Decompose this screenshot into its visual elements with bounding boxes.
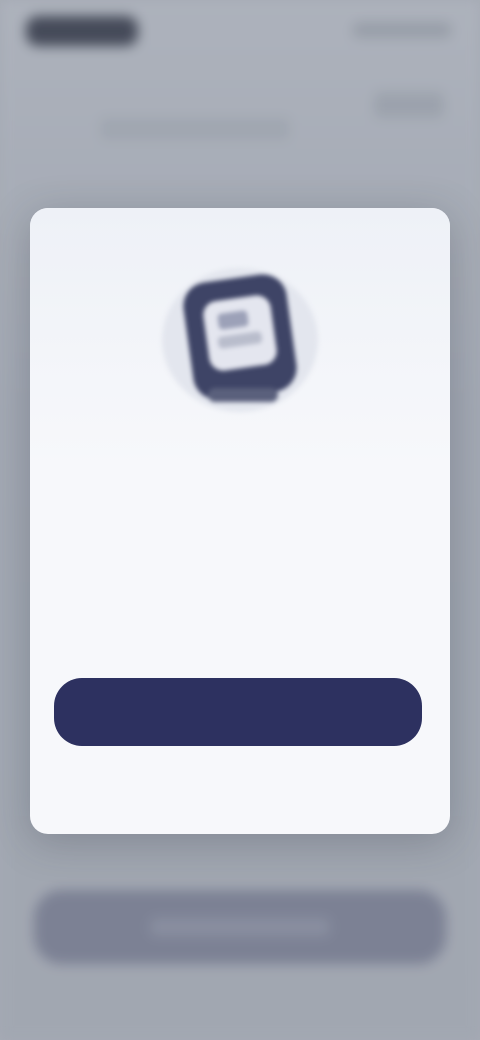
modal-dialog <box>30 208 450 834</box>
primary-action-button[interactable] <box>54 678 422 746</box>
device-illustration-icon <box>162 268 318 412</box>
